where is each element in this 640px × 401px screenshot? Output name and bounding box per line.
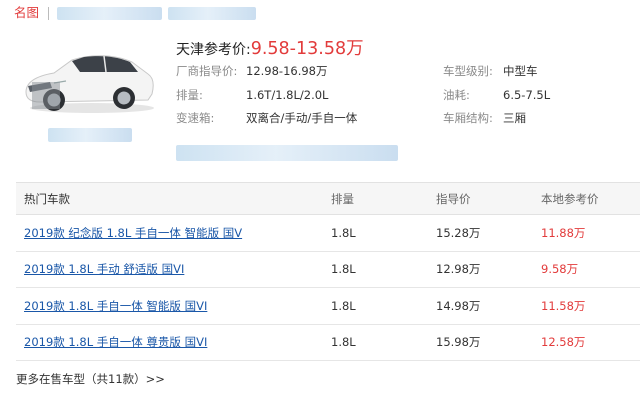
- header-model: 热门车款: [24, 191, 70, 206]
- spec-class: 车型级别: 中型车: [443, 64, 538, 78]
- spec-label: 车厢结构:: [443, 111, 493, 125]
- local-price: 天津参考价: 9.58-13.58万: [176, 35, 364, 60]
- table-row: 2019款 1.8L 手自一体 智能版 国VI 1.8L 14.98万 11.5…: [16, 288, 640, 325]
- displacement-cell: 1.8L: [331, 225, 356, 240]
- spec-body: 车厢结构: 三厢: [443, 111, 526, 125]
- local-price-cell: 9.58万: [541, 262, 579, 277]
- header-local-price: 本地参考价: [541, 191, 599, 206]
- spec-value: 1.6T/1.8L/2.0L: [246, 88, 329, 102]
- spec-value: 中型车: [503, 64, 538, 78]
- spec-label: 变速箱:: [176, 111, 215, 125]
- model-link[interactable]: 2019款 1.8L 手自一体 智能版 国VI: [24, 288, 207, 324]
- spec-label: 油耗:: [443, 88, 470, 102]
- spec-displacement: 排量: 1.6T/1.8L/2.0L: [176, 88, 328, 102]
- msrp-cell: 15.28万: [436, 225, 481, 240]
- car-photo[interactable]: [20, 42, 156, 117]
- local-price-cell: 11.58万: [541, 298, 586, 313]
- brand-logo-text[interactable]: 名图: [14, 4, 39, 22]
- model-link[interactable]: 2019款 纪念版 1.8L 手自一体 智能版 国V: [24, 215, 242, 251]
- model-link[interactable]: 2019款 1.8L 手动 舒适版 国VI: [24, 252, 184, 288]
- local-price-cell: 12.58万: [541, 335, 586, 350]
- model-table: 热门车款 排量 指导价 本地参考价 2019款 纪念版 1.8L 手自一体 智能…: [16, 182, 640, 361]
- displacement-cell: 1.8L: [331, 262, 356, 277]
- displacement-cell: 1.8L: [331, 298, 356, 313]
- spec-value: 12.98-16.98万: [246, 64, 328, 78]
- table-row: 2019款 纪念版 1.8L 手自一体 智能版 国V 1.8L 15.28万 1…: [16, 215, 640, 252]
- blurred-caption: [48, 128, 132, 142]
- spec-value: 6.5-7.5L: [503, 88, 551, 102]
- blurred-nav-text: [57, 6, 163, 20]
- local-price-value: 9.58-13.58万: [250, 39, 364, 59]
- spec-label: 车型级别:: [443, 64, 493, 78]
- spec-value: 双离合/手动/手自一体: [246, 111, 358, 125]
- msrp-cell: 15.98万: [436, 335, 481, 350]
- spec-label: 厂商指导价:: [176, 64, 238, 78]
- blurred-dealer-bar: [176, 145, 398, 161]
- spec-value: 三厢: [503, 111, 526, 125]
- spec-transmission: 变速箱: 双离合/手动/手自一体: [176, 111, 357, 125]
- table-row: 2019款 1.8L 手动 舒适版 国VI 1.8L 12.98万 9.58万: [16, 252, 640, 288]
- header-displacement: 排量: [331, 191, 354, 206]
- spec-fuel: 油耗: 6.5-7.5L: [443, 88, 550, 102]
- table-header: 热门车款 排量 指导价 本地参考价: [16, 182, 640, 215]
- top-nav: 名图: [14, 4, 257, 22]
- spec-msrp: 厂商指导价: 12.98-16.98万: [176, 64, 328, 78]
- msrp-cell: 12.98万: [436, 262, 481, 277]
- model-link[interactable]: 2019款 1.8L 手自一体 尊贵版 国VI: [24, 325, 207, 361]
- local-price-label: 天津参考价:: [176, 42, 251, 58]
- local-price-cell: 11.88万: [541, 225, 586, 240]
- msrp-cell: 14.98万: [436, 298, 481, 313]
- nav-divider: [48, 6, 50, 20]
- header-msrp: 指导价: [436, 191, 471, 206]
- table-row: 2019款 1.8L 手自一体 尊贵版 国VI 1.8L 15.98万 12.5…: [16, 325, 640, 361]
- more-models-link[interactable]: 更多在售车型（共11款）>>: [16, 371, 165, 387]
- displacement-cell: 1.8L: [331, 335, 356, 350]
- blurred-nav-text-2: [168, 6, 257, 20]
- spec-label: 排量:: [176, 88, 203, 102]
